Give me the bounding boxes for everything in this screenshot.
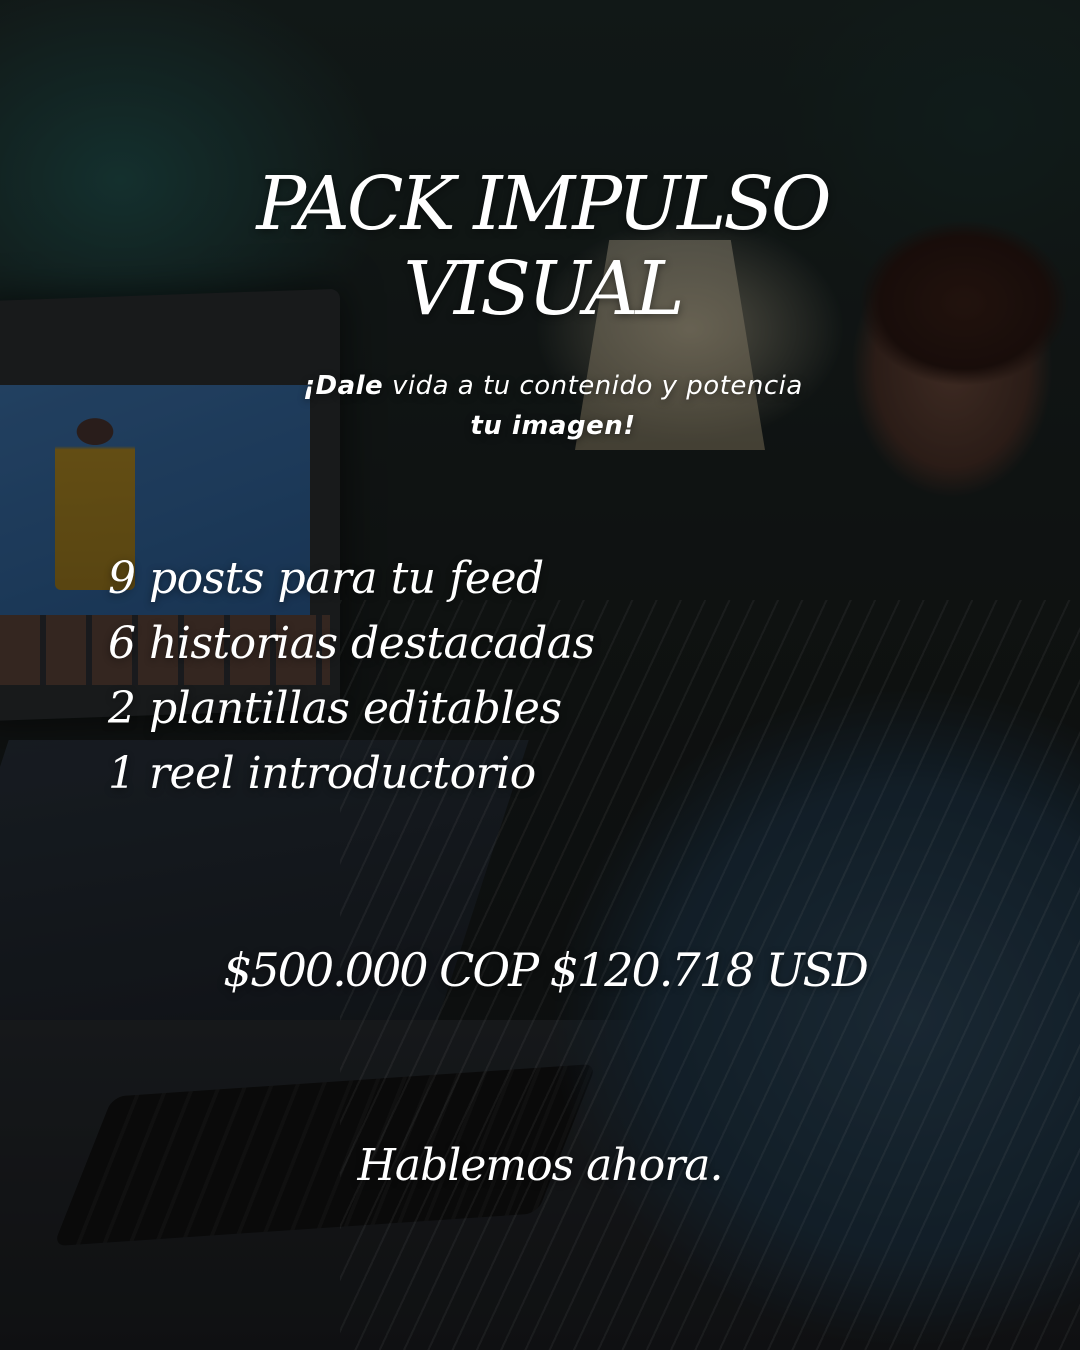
feature-item: 6 historias destacadas bbox=[108, 618, 595, 669]
feature-item: 1 reel introductorio bbox=[108, 748, 536, 799]
feature-item: 9 posts para tu feed bbox=[108, 553, 544, 604]
subtitle-bold-start: ¡Dale bbox=[303, 371, 384, 401]
feature-item: 2 plantillas editables bbox=[108, 683, 562, 734]
subtitle-line-1-rest: vida a tu contenido y potencia bbox=[383, 371, 803, 401]
cta-text: Hablemos ahora. bbox=[357, 1140, 724, 1191]
subtitle-line-2: tu imagen! bbox=[470, 411, 636, 441]
subtitle-line-1: ¡Dale vida a tu contenido y potencia bbox=[0, 366, 1080, 406]
price: $500.000 COP $120.718 USD bbox=[223, 943, 869, 997]
title-line-1: PACK IMPULSO bbox=[256, 161, 831, 247]
subtitle: ¡Dale vida a tu contenido y potencia tu … bbox=[0, 366, 1080, 446]
feature-list: 9 posts para tu feed 6 historias destaca… bbox=[108, 546, 595, 806]
promo-poster: PACK IMPULSO VISUAL ¡Dale vida a tu cont… bbox=[0, 0, 1080, 1350]
title-line-2: VISUAL bbox=[403, 246, 684, 332]
